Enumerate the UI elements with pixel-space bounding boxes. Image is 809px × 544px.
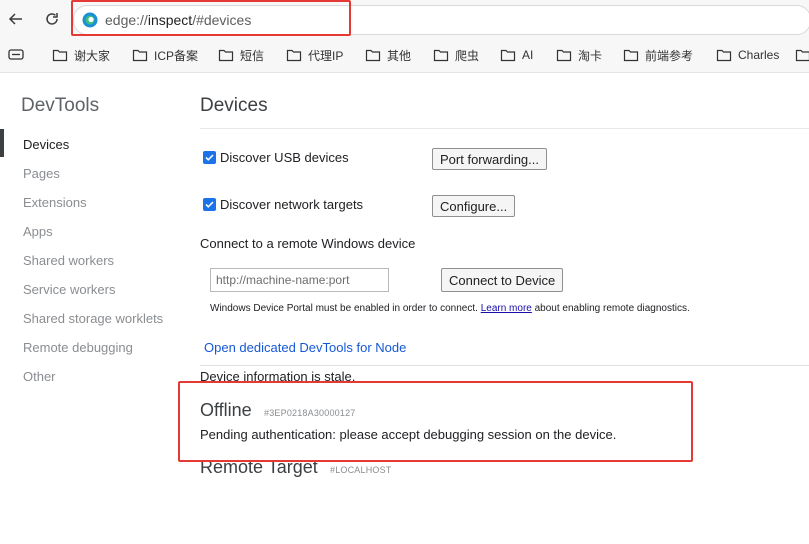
sidebar-item-other[interactable]: Other: [23, 369, 56, 384]
discover-usb-row: Discover USB devices: [203, 150, 349, 165]
bookmark-folder[interactable]: 代理IP: [286, 46, 343, 64]
title-divider: [200, 128, 809, 129]
sidebar-item-pages[interactable]: Pages: [23, 166, 60, 181]
folder-icon: [556, 49, 572, 62]
bookmark-folder-overflow[interactable]: [795, 46, 809, 64]
learn-more-link[interactable]: Learn more: [481, 303, 532, 314]
annotation-highlight-offline-device: [178, 381, 693, 462]
open-node-devtools-link[interactable]: Open dedicated DevTools for Node: [204, 340, 406, 355]
reload-button[interactable]: [40, 7, 64, 31]
bookmarks-collection-icon: [8, 49, 24, 60]
sidebar-active-marker: [0, 129, 4, 157]
portal-note: Windows Device Portal must be enabled in…: [210, 303, 690, 314]
connect-to-device-button[interactable]: Connect to Device: [441, 268, 564, 292]
machine-name-input[interactable]: http://machine-name:port: [210, 268, 389, 292]
bookmarks-menu-button[interactable]: [8, 46, 30, 64]
sidebar-title: DevTools: [21, 95, 100, 116]
sidebar-item-remote-debugging[interactable]: Remote debugging: [23, 340, 133, 355]
remote-windows-heading: Connect to a remote Windows device: [200, 236, 416, 251]
bookmark-folder[interactable]: AI: [500, 46, 533, 64]
discover-network-row: Discover network targets: [203, 197, 363, 212]
sidebar-item-shared-storage-worklets[interactable]: Shared storage worklets: [23, 311, 163, 326]
inspect-page: DevTools Devices Pages Extensions Apps S…: [0, 73, 809, 544]
folder-icon: [795, 49, 809, 62]
bookmark-folder[interactable]: 淘卡: [556, 46, 602, 64]
bookmarks-bar: 谢大家 ICP备案 短信 代理IP 其他 爬虫 AI 淘卡 前端参考 Charl…: [0, 38, 809, 73]
configure-button[interactable]: Configure...: [432, 195, 516, 217]
page-title: Devices: [200, 95, 268, 116]
folder-icon: [132, 49, 148, 62]
reload-icon: [46, 13, 58, 25]
annotation-highlight-url: [71, 0, 351, 36]
folder-icon: [218, 49, 234, 62]
sidebar-item-service-workers[interactable]: Service workers: [23, 282, 115, 297]
bookmark-folder[interactable]: 爬虫: [433, 46, 479, 64]
checkmark-icon: [205, 154, 214, 161]
back-button[interactable]: [4, 7, 28, 31]
bookmark-folder[interactable]: 短信: [218, 46, 264, 64]
discover-network-label: Discover network targets: [220, 197, 364, 212]
folder-icon: [365, 49, 381, 62]
discover-usb-checkbox[interactable]: [203, 151, 216, 164]
folder-icon: [286, 49, 302, 62]
section-divider: [200, 365, 809, 366]
sidebar-item-apps[interactable]: Apps: [23, 224, 53, 239]
bookmark-folder[interactable]: 其他: [365, 46, 411, 64]
folder-icon: [52, 49, 68, 62]
port-forwarding-button[interactable]: Port forwarding...: [432, 148, 547, 170]
bookmark-folder[interactable]: ICP备案: [132, 46, 198, 64]
discover-network-checkbox[interactable]: [203, 198, 216, 211]
bookmark-folder[interactable]: 前端参考: [623, 46, 693, 64]
device-serial: #LOCALHOST: [330, 465, 392, 475]
folder-icon: [716, 49, 732, 62]
sidebar-item-extensions[interactable]: Extensions: [23, 195, 87, 210]
folder-icon: [623, 49, 639, 62]
sidebar-item-devices[interactable]: Devices: [23, 137, 69, 152]
checkmark-icon: [205, 201, 214, 208]
sidebar-item-shared-workers[interactable]: Shared workers: [23, 253, 114, 268]
folder-icon: [433, 49, 449, 62]
bookmark-folder[interactable]: 谢大家: [52, 46, 110, 64]
folder-icon: [500, 49, 516, 62]
back-arrow-icon: [8, 13, 22, 25]
bookmark-folder[interactable]: Charles: [716, 46, 779, 64]
discover-usb-label: Discover USB devices: [220, 150, 349, 165]
